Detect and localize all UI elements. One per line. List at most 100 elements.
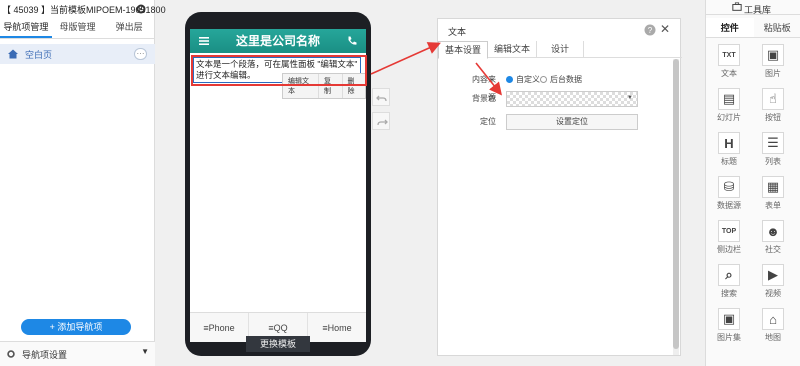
- heading-icon: H: [718, 132, 740, 154]
- gear-icon[interactable]: [135, 3, 147, 15]
- widget-label: 数据源: [717, 201, 741, 210]
- app-header-title: 这里是公司名称: [235, 34, 320, 48]
- list-icon: ☰: [762, 132, 784, 154]
- widget-form[interactable]: ▦ 表单: [756, 176, 790, 214]
- undo-icon: [376, 95, 387, 102]
- radio-custom-label: 自定义: [516, 75, 540, 84]
- widget-gallery[interactable]: ▣ 图片集: [712, 308, 746, 346]
- widget-label: 幻灯片: [717, 113, 741, 122]
- text-widget-icon: TXT: [718, 44, 740, 66]
- content-source-row: 内容来源 自定义 后台数据: [438, 71, 682, 102]
- bg-color-label: 背景色: [472, 94, 496, 103]
- widget-search[interactable]: ⌕ 搜索: [712, 264, 746, 302]
- bottom-nav-phone[interactable]: ≡Phone: [190, 313, 249, 342]
- tab-design[interactable]: 设计: [537, 41, 585, 57]
- caret-down-icon: ▼: [627, 95, 633, 101]
- page-list-item[interactable]: 空白页 ···: [0, 44, 155, 64]
- widget-label: 列表: [765, 157, 781, 166]
- tab-widgets[interactable]: 控件: [706, 18, 754, 37]
- radio-backend-label: 后台数据: [550, 75, 582, 84]
- button-widget-icon: ☝: [762, 88, 784, 110]
- widget-button-widget[interactable]: ☝ 按钮: [756, 88, 790, 126]
- bottom-nav-phone-label: Phone: [208, 323, 235, 333]
- tab-nav-management[interactable]: 导航项管理: [0, 17, 52, 38]
- widget-label: 按钮: [765, 113, 781, 122]
- left-tabs: 导航项管理 母版管理 弹出层: [0, 17, 155, 39]
- settings-icon: [7, 350, 15, 358]
- widget-map[interactable]: ⌂ 地图: [756, 308, 790, 346]
- tab-master-management[interactable]: 母版管理: [52, 17, 104, 38]
- arrow-to-panel: [370, 42, 441, 75]
- toolbox-header: 工具库: [706, 0, 800, 15]
- widget-heading[interactable]: H 标题: [712, 132, 746, 170]
- toolbox-icon: [732, 2, 742, 11]
- radio-backend[interactable]: [540, 76, 547, 83]
- phone-screen: 这里是公司名称 文本是一个段落，可在属性面板 "编辑文本" 进行文本编辑。 编辑…: [190, 29, 367, 342]
- scrollbar-thumb[interactable]: [673, 59, 679, 349]
- widget-database[interactable]: ⛁ 数据源: [712, 176, 746, 214]
- left-panel: 【 45039 】当前模板MIPOEM-19051800 导航项管理 母版管理 …: [0, 0, 166, 366]
- widget-list[interactable]: ☰ 列表: [756, 132, 790, 170]
- phone-call-icon[interactable]: [346, 35, 358, 47]
- database-icon: ⛁: [718, 176, 740, 198]
- nav-settings-label: 导航项设置: [22, 349, 68, 360]
- widget-label: 地图: [765, 333, 781, 342]
- widget-video[interactable]: ▶ 视频: [756, 264, 790, 302]
- toolbox-tabs: 控件 粘贴板: [706, 18, 800, 38]
- scrollbar[interactable]: [673, 59, 679, 355]
- widget-label: 侧边栏: [717, 245, 741, 254]
- svg-text:?: ?: [648, 26, 653, 35]
- change-template-button[interactable]: 更换模板: [246, 336, 310, 352]
- widget-image-widget[interactable]: ▣ 图片: [756, 44, 790, 82]
- highlight-box: [191, 55, 367, 86]
- map-icon: ⌂: [762, 308, 784, 330]
- position-label: 定位: [480, 117, 496, 126]
- nav-settings-bar[interactable]: 导航项设置 ▼: [0, 341, 155, 366]
- widget-label: 社交: [765, 245, 781, 254]
- tab-clipboard[interactable]: 粘贴板: [754, 18, 800, 37]
- search-icon: ⌕: [718, 264, 740, 286]
- caret-down-icon[interactable]: ▼: [141, 347, 149, 356]
- bg-color-picker[interactable]: ▼: [506, 91, 638, 107]
- panel-title: 文本: [448, 27, 467, 37]
- properties-panel: 文本 ? ✕ 基本设置 编辑文本 设计 内容来源 自定义 后台数据 背景色 ▼ …: [437, 18, 682, 356]
- more-icon[interactable]: ···: [134, 48, 147, 60]
- tab-edit-text[interactable]: 编辑文本: [488, 41, 538, 57]
- slideshow-icon: ▤: [718, 88, 740, 110]
- close-icon[interactable]: ✕: [660, 22, 670, 36]
- widget-label: 标题: [721, 157, 737, 166]
- widget-text-widget[interactable]: TXT 文本: [712, 44, 746, 82]
- add-nav-button[interactable]: + 添加导航项: [21, 319, 131, 335]
- image-widget-icon: ▣: [762, 44, 784, 66]
- social-icon: ☻: [762, 220, 784, 242]
- widget-label: 图片: [765, 69, 781, 78]
- toolbox-title: 工具库: [744, 5, 772, 15]
- redo-icon: [377, 119, 388, 126]
- tab-popup-layer[interactable]: 弹出层: [103, 17, 155, 38]
- bottom-nav-home[interactable]: ≡Home: [308, 313, 366, 342]
- widget-label: 视频: [765, 289, 781, 298]
- radio-custom[interactable]: [506, 76, 513, 83]
- widget-label: 文本: [721, 69, 737, 78]
- widget-label: 图片集: [717, 333, 741, 342]
- widget-label: 表单: [765, 201, 781, 210]
- phone-frame: 这里是公司名称 文本是一个段落，可在属性面板 "编辑文本" 进行文本编辑。 编辑…: [185, 12, 371, 356]
- widget-sidebar-top[interactable]: TOP 侧边栏: [712, 220, 746, 258]
- help-icon[interactable]: ?: [644, 24, 656, 36]
- set-position-button[interactable]: 设置定位: [506, 114, 638, 130]
- widget-slideshow[interactable]: ▤ 幻灯片: [712, 88, 746, 126]
- undo-button[interactable]: [372, 88, 390, 106]
- bottom-nav-qq-label: QQ: [273, 323, 288, 333]
- panel-tabs: 基本设置 编辑文本 设计: [438, 41, 682, 59]
- app-header: 这里是公司名称: [190, 29, 366, 53]
- redo-button[interactable]: [372, 112, 390, 130]
- position-row: 定位 设置定位: [438, 113, 682, 131]
- tab-basic-settings[interactable]: 基本设置: [438, 41, 489, 59]
- bottom-nav-home-label: Home: [327, 323, 352, 333]
- widget-social[interactable]: ☻ 社交: [756, 220, 790, 258]
- toolbox-panel: 工具库 控件 粘贴板 TXT 文本 ▣ 图片 ▤ 幻灯片 ☝ 按钮 H 标题 ☰ 列表 ⛁ 数据源 ▦ 表单 T…: [705, 0, 800, 366]
- page-item-label: 空白页: [25, 49, 53, 60]
- bg-color-row: 背景色 ▼: [438, 90, 682, 108]
- video-icon: ▶: [762, 264, 784, 286]
- home-icon: [8, 49, 18, 59]
